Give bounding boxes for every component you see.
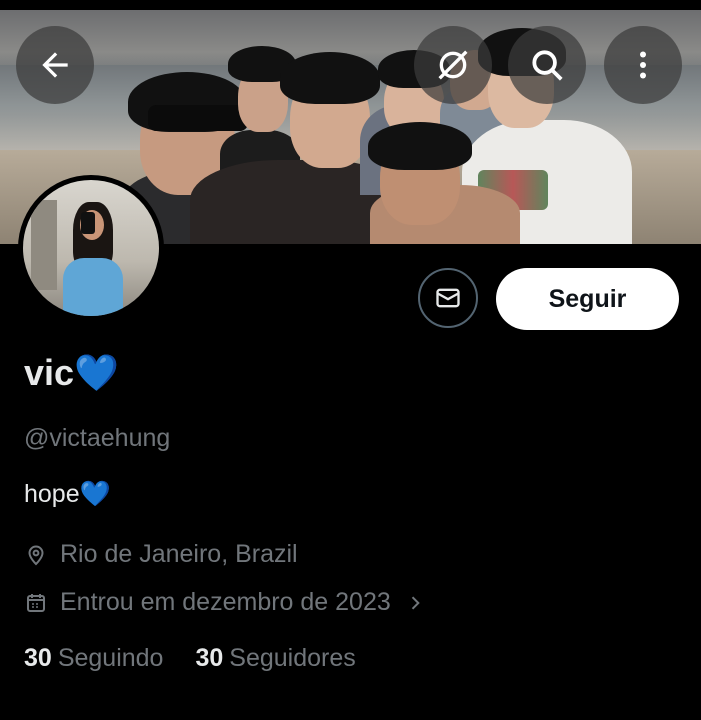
arrow-left-icon [36,46,74,84]
location-text: Rio de Janeiro, Brazil [60,540,298,568]
location-row: Rio de Janeiro, Brazil [24,540,298,569]
avatar-image [23,180,159,316]
joined-row[interactable]: Entrou em dezembro de 2023 [24,588,425,617]
avatar-person-top [63,258,123,316]
status-bar-strip [0,0,701,10]
following-stat[interactable]: 30 Seguindo [24,644,163,673]
back-button[interactable] [16,26,94,104]
avatar-phone [81,212,95,234]
display-name: vic💙 [24,352,119,393]
followers-count: 30 [195,644,224,672]
joined-text: Entrou em dezembro de 2023 [60,588,391,616]
search-icon [528,46,566,84]
follow-stats: 30 Seguindo 30 Seguidores [24,644,388,673]
user-handle: @victaehung [24,424,171,452]
follow-button[interactable]: Seguir [496,268,679,330]
chevron-right-icon [405,593,425,613]
followers-stat[interactable]: 30 Seguidores [195,644,355,673]
followers-label: Seguidores [229,644,356,672]
avatar-door [31,200,57,290]
location-pin-icon [24,543,48,567]
banner-person [280,52,380,104]
profile-avatar[interactable] [18,175,164,321]
following-count: 30 [24,644,52,672]
grok-button[interactable] [414,26,492,104]
message-button[interactable] [418,268,478,328]
more-vertical-icon [625,47,661,83]
calendar-icon [24,591,48,615]
mail-icon [434,284,462,312]
more-options-button[interactable] [604,26,682,104]
profile-bio: hope💙 [24,480,111,508]
following-label: Seguindo [57,644,164,672]
search-button[interactable] [508,26,586,104]
sunglasses [148,105,248,131]
banner-person [368,122,472,170]
grok-icon [433,45,473,85]
